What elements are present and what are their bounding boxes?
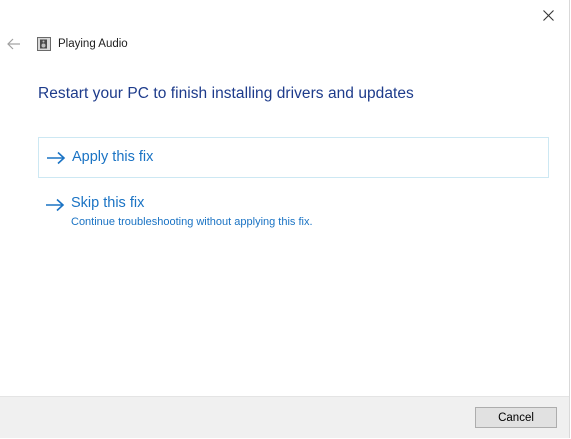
- arrow-right-icon: [47, 151, 66, 165]
- skip-fix-label: Skip this fix: [71, 195, 145, 211]
- dialog-footer: Cancel: [0, 396, 569, 438]
- skip-fix-option[interactable]: Skip this fix Continue troubleshooting w…: [38, 190, 549, 240]
- back-button[interactable]: [5, 35, 23, 53]
- app-title: Playing Audio: [58, 38, 128, 50]
- troubleshooter-window: Playing Audio Restart your PC to finish …: [0, 0, 570, 438]
- arrow-right-icon: [46, 198, 65, 212]
- skip-fix-description: Continue troubleshooting without applyin…: [71, 216, 313, 228]
- close-button[interactable]: [533, 2, 563, 28]
- apply-fix-option[interactable]: Apply this fix: [38, 137, 549, 178]
- page-heading: Restart your PC to finish installing dri…: [38, 85, 414, 102]
- close-icon: [542, 9, 554, 21]
- back-arrow-icon: [7, 38, 20, 50]
- speaker-icon: [37, 37, 51, 51]
- cancel-button[interactable]: Cancel: [475, 407, 557, 428]
- apply-fix-label: Apply this fix: [72, 149, 154, 165]
- window-title-bar: Playing Audio: [37, 36, 128, 52]
